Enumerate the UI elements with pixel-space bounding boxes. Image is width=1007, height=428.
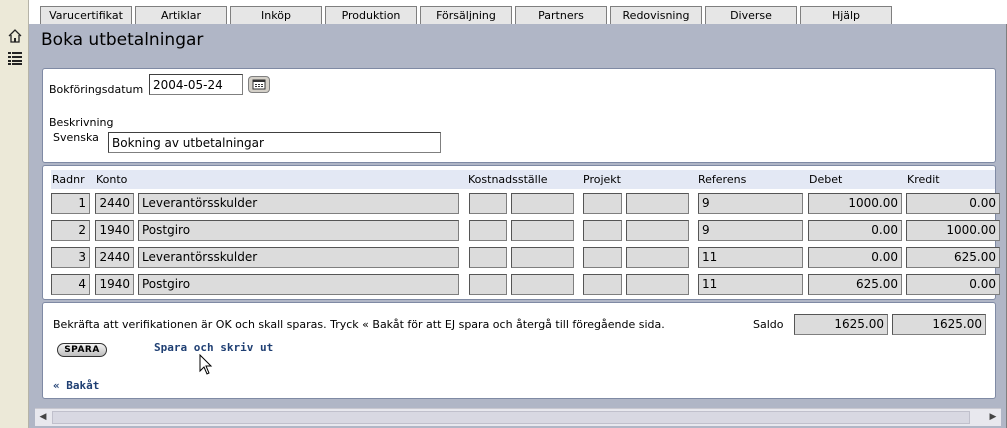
cell-account-name[interactable]: Leverantörsskulder <box>138 193 459 214</box>
cell-projekt[interactable] <box>583 220 622 241</box>
cell-radnr[interactable]: 3 <box>51 247 90 268</box>
cell-projekt[interactable] <box>583 247 622 268</box>
cell-kredit[interactable]: 0.00 <box>906 193 1000 214</box>
scroll-left-icon[interactable]: ◀ <box>35 409 51 426</box>
tab-redovisning[interactable]: Redovisning <box>610 6 702 24</box>
tab-artiklar[interactable]: Artiklar <box>135 6 227 24</box>
header-kredit: Kredit <box>907 173 940 186</box>
tab-forsaljning[interactable]: Försäljning <box>420 6 512 24</box>
tab-diverse[interactable]: Diverse <box>705 6 797 24</box>
language-label: Svenska <box>53 131 99 144</box>
cell-projekt-name[interactable] <box>626 247 689 268</box>
cell-kostnadsstalle-name[interactable] <box>511 274 574 295</box>
tab-inkop[interactable]: Inköp <box>230 6 322 24</box>
home-icon[interactable] <box>7 28 23 44</box>
description-input[interactable] <box>108 132 441 153</box>
cell-kostnadsstalle[interactable] <box>469 193 507 214</box>
scroll-right-icon[interactable]: ▶ <box>985 409 1001 426</box>
header-referens: Referens <box>698 173 747 186</box>
cell-debet[interactable]: 0.00 <box>808 247 902 268</box>
cell-projekt-name[interactable] <box>626 220 689 241</box>
top-navigation: Varucertifikat Artiklar Inköp Produktion… <box>29 0 1007 24</box>
header-kostnadsstalle: Kostnadsställe <box>468 173 548 186</box>
cell-kostnadsstalle-name[interactable] <box>511 220 574 241</box>
cell-kredit[interactable]: 625.00 <box>906 247 1000 268</box>
page-title: Boka utbetalningar <box>41 30 204 50</box>
saldo-label: Saldo <box>753 318 784 331</box>
cell-referens[interactable]: 11 <box>698 274 803 295</box>
cell-kostnadsstalle[interactable] <box>469 220 507 241</box>
mouse-cursor-icon <box>199 354 213 375</box>
header-projekt: Projekt <box>583 173 621 186</box>
save-button[interactable]: SPARA <box>57 343 107 357</box>
saldo-kredit: 1625.00 <box>892 314 986 335</box>
date-input[interactable] <box>149 74 243 95</box>
tab-partners[interactable]: Partners <box>515 6 607 24</box>
cell-debet[interactable]: 625.00 <box>808 274 902 295</box>
cell-referens[interactable]: 11 <box>698 247 803 268</box>
list-icon[interactable] <box>7 50 23 66</box>
cell-account-name[interactable]: Leverantörsskulder <box>138 247 459 268</box>
grid-header: Radnr Konto Kostnadsställe Projekt Refer… <box>51 170 995 189</box>
cell-referens[interactable]: 9 <box>698 193 803 214</box>
cell-kostnadsstalle-name[interactable] <box>511 193 574 214</box>
saldo-debet: 1625.00 <box>794 314 888 335</box>
horizontal-scrollbar[interactable]: ◀ ▶ <box>35 408 1001 426</box>
transactions-panel: Radnr Konto Kostnadsställe Projekt Refer… <box>42 165 1000 300</box>
tab-produktion[interactable]: Produktion <box>325 6 417 24</box>
calendar-icon[interactable] <box>248 76 270 93</box>
scrollbar-thumb[interactable] <box>52 411 970 424</box>
cell-kredit[interactable]: 1000.00 <box>906 220 1000 241</box>
cell-kostnadsstalle[interactable] <box>469 247 507 268</box>
cell-projekt[interactable] <box>583 274 622 295</box>
header-radnr: Radnr <box>52 173 85 186</box>
header-debet: Debet <box>809 173 843 186</box>
header-panel: Bokföringsdatum Beskrivning Svenska <box>42 68 996 163</box>
cell-debet[interactable]: 0.00 <box>808 220 902 241</box>
date-label: Bokföringsdatum <box>49 83 144 96</box>
cell-konto[interactable]: 1940 <box>95 220 134 241</box>
header-konto: Konto <box>96 173 128 186</box>
cell-account-name[interactable]: Postgiro <box>138 274 459 295</box>
cell-debet[interactable]: 1000.00 <box>808 193 902 214</box>
cell-kostnadsstalle-name[interactable] <box>511 247 574 268</box>
cell-kredit[interactable]: 0.00 <box>906 274 1000 295</box>
back-link[interactable]: « Bakåt <box>53 379 99 392</box>
confirm-text: Bekräfta att verifikationen är OK och sk… <box>53 318 665 331</box>
cell-account-name[interactable]: Postgiro <box>138 220 459 241</box>
cell-projekt-name[interactable] <box>626 193 689 214</box>
cell-projekt[interactable] <box>583 193 622 214</box>
description-label: Beskrivning <box>49 116 114 129</box>
left-sidebar <box>0 0 29 428</box>
cell-kostnadsstalle[interactable] <box>469 274 507 295</box>
cell-konto[interactable]: 2440 <box>95 247 134 268</box>
cell-referens[interactable]: 9 <box>698 220 803 241</box>
cell-konto[interactable]: 2440 <box>95 193 134 214</box>
cell-konto[interactable]: 1940 <box>95 274 134 295</box>
save-and-print-link[interactable]: Spara och skriv ut <box>154 341 273 354</box>
cell-projekt-name[interactable] <box>626 274 689 295</box>
cell-radnr[interactable]: 2 <box>51 220 90 241</box>
main-content: Boka utbetalningar Bokföringsdatum Beskr… <box>29 24 1007 428</box>
cell-radnr[interactable]: 4 <box>51 274 90 295</box>
tab-hjalp[interactable]: Hjälp <box>800 6 892 24</box>
tab-varucertifikat[interactable]: Varucertifikat <box>40 6 132 24</box>
confirm-panel: Bekräfta att verifikationen är OK och sk… <box>42 302 996 399</box>
cell-radnr[interactable]: 1 <box>51 193 90 214</box>
